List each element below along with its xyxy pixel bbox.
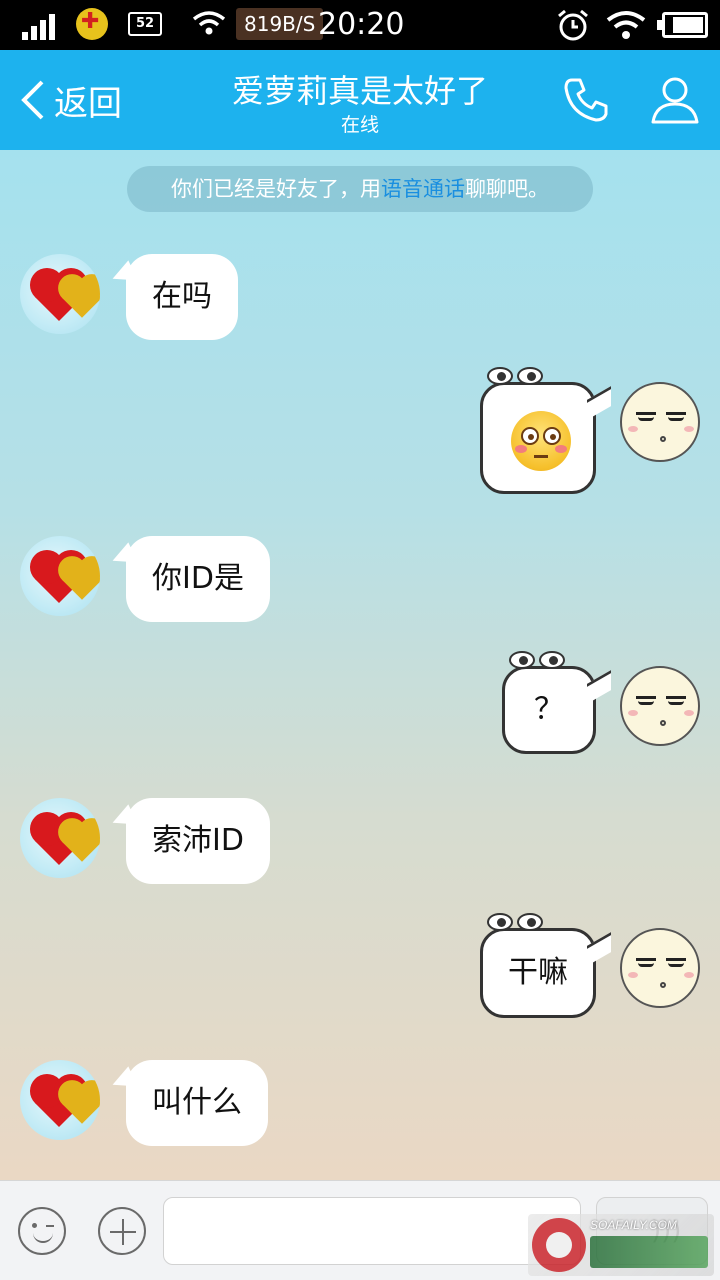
contact-avatar[interactable] (20, 254, 100, 334)
flushed-face-emoji-icon (511, 411, 571, 471)
message-bubble-sent[interactable]: ？ (502, 651, 611, 754)
message-bubble-received[interactable]: 在吗 (126, 254, 238, 340)
clock: 20:20 (318, 7, 405, 42)
peeking-eyes-decoration (485, 913, 545, 937)
notification-badge-icon: 52 (128, 12, 162, 36)
voice-call-link[interactable]: 语音通话 (381, 177, 465, 201)
signal-bars-icon (22, 12, 62, 40)
health-app-icon (76, 8, 108, 40)
back-label: 返回 (54, 83, 122, 124)
my-avatar[interactable] (620, 382, 700, 462)
my-avatar[interactable] (620, 928, 700, 1008)
notice-suffix: 聊聊吧。 (465, 177, 549, 201)
message-bubble-received[interactable]: 你ID是 (126, 536, 270, 622)
message-text: ？ (534, 692, 564, 727)
message-text: 干嘛 (508, 955, 568, 990)
plus-circle-icon[interactable] (98, 1207, 146, 1255)
alarm-clock-icon (558, 9, 588, 41)
chat-area[interactable]: 你们已经是好友了，用语音通话聊聊吧。 在吗 你ID是 ？ 索沛ID 干嘛 叫什么 (0, 150, 720, 1180)
phone-icon[interactable] (560, 74, 612, 126)
online-status: 在线 (340, 114, 379, 136)
peeking-eyes-decoration (485, 367, 545, 391)
message-bubble-sent[interactable]: 干嘛 (480, 913, 611, 1018)
message-bubble-received[interactable]: 索沛ID (126, 798, 270, 884)
site-watermark-logo: SOAFAILY.COM (528, 1214, 714, 1276)
contact-avatar[interactable] (20, 798, 100, 878)
contact-avatar[interactable] (20, 1060, 100, 1140)
my-avatar[interactable] (620, 666, 700, 746)
message-bubble-sent[interactable] (480, 367, 611, 494)
battery-icon (657, 12, 708, 38)
watermark-text: SOAFAILY.COM (590, 1218, 677, 1232)
smiley-icon[interactable] (18, 1207, 66, 1255)
chevron-left-icon (21, 80, 44, 120)
message-input[interactable] (163, 1197, 581, 1265)
wifi-icon (606, 11, 646, 39)
message-bubble-received[interactable]: 叫什么 (126, 1060, 268, 1146)
back-button[interactable]: 返回 (18, 78, 122, 124)
system-notice: 你们已经是好友了，用语音通话聊聊吧。 (127, 166, 593, 212)
chat-header: 返回 爱萝莉真是太好了 在线 (0, 50, 720, 150)
wifi-icon (192, 11, 226, 35)
person-icon[interactable] (648, 72, 702, 126)
notice-prefix: 你们已经是好友了，用 (171, 177, 381, 201)
status-bar: 52 819B/S 20:20 (0, 0, 720, 50)
page-title: 爱萝莉真是太好了 (231, 72, 488, 110)
contact-avatar[interactable] (20, 536, 100, 616)
peeking-eyes-decoration (507, 651, 567, 675)
network-speed: 819B/S (236, 8, 324, 40)
